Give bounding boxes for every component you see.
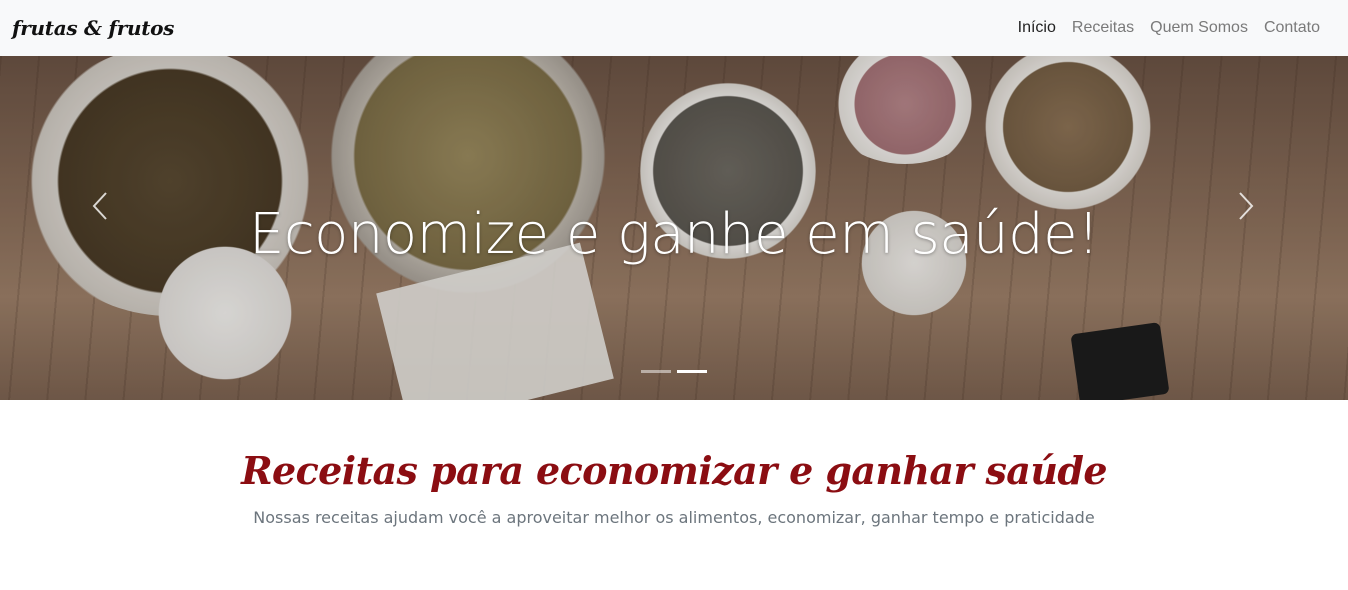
brand-logo[interactable]: frutas & frutos <box>12 16 174 40</box>
nav-link-contato[interactable]: Contato <box>1256 19 1328 37</box>
carousel-prev-button[interactable] <box>80 186 120 226</box>
chevron-left-icon <box>92 192 107 220</box>
nav-link-quem-somos[interactable]: Quem Somos <box>1142 19 1256 37</box>
section-subtitle: Nossas receitas ajudam você a aproveitar… <box>253 508 1095 527</box>
section-title: Receitas para economizar e ganhar saúde <box>241 448 1107 493</box>
carousel-indicators <box>0 370 1348 373</box>
chevron-right-icon <box>1239 192 1254 220</box>
carousel-indicator-2[interactable] <box>677 370 707 373</box>
nav-link-inicio[interactable]: Início <box>1010 19 1064 37</box>
hero-carousel: Economize e ganhe em saúde! <box>0 56 1348 400</box>
nav-links: Início Receitas Quem Somos Contato <box>1010 19 1328 37</box>
navbar: frutas & frutos Início Receitas Quem Som… <box>0 0 1348 56</box>
carousel-next-button[interactable] <box>1226 186 1266 226</box>
carousel-caption: Economize e ganhe em saúde! <box>248 202 1100 267</box>
nav-link-receitas[interactable]: Receitas <box>1064 19 1142 37</box>
carousel-indicator-1[interactable] <box>641 370 671 373</box>
